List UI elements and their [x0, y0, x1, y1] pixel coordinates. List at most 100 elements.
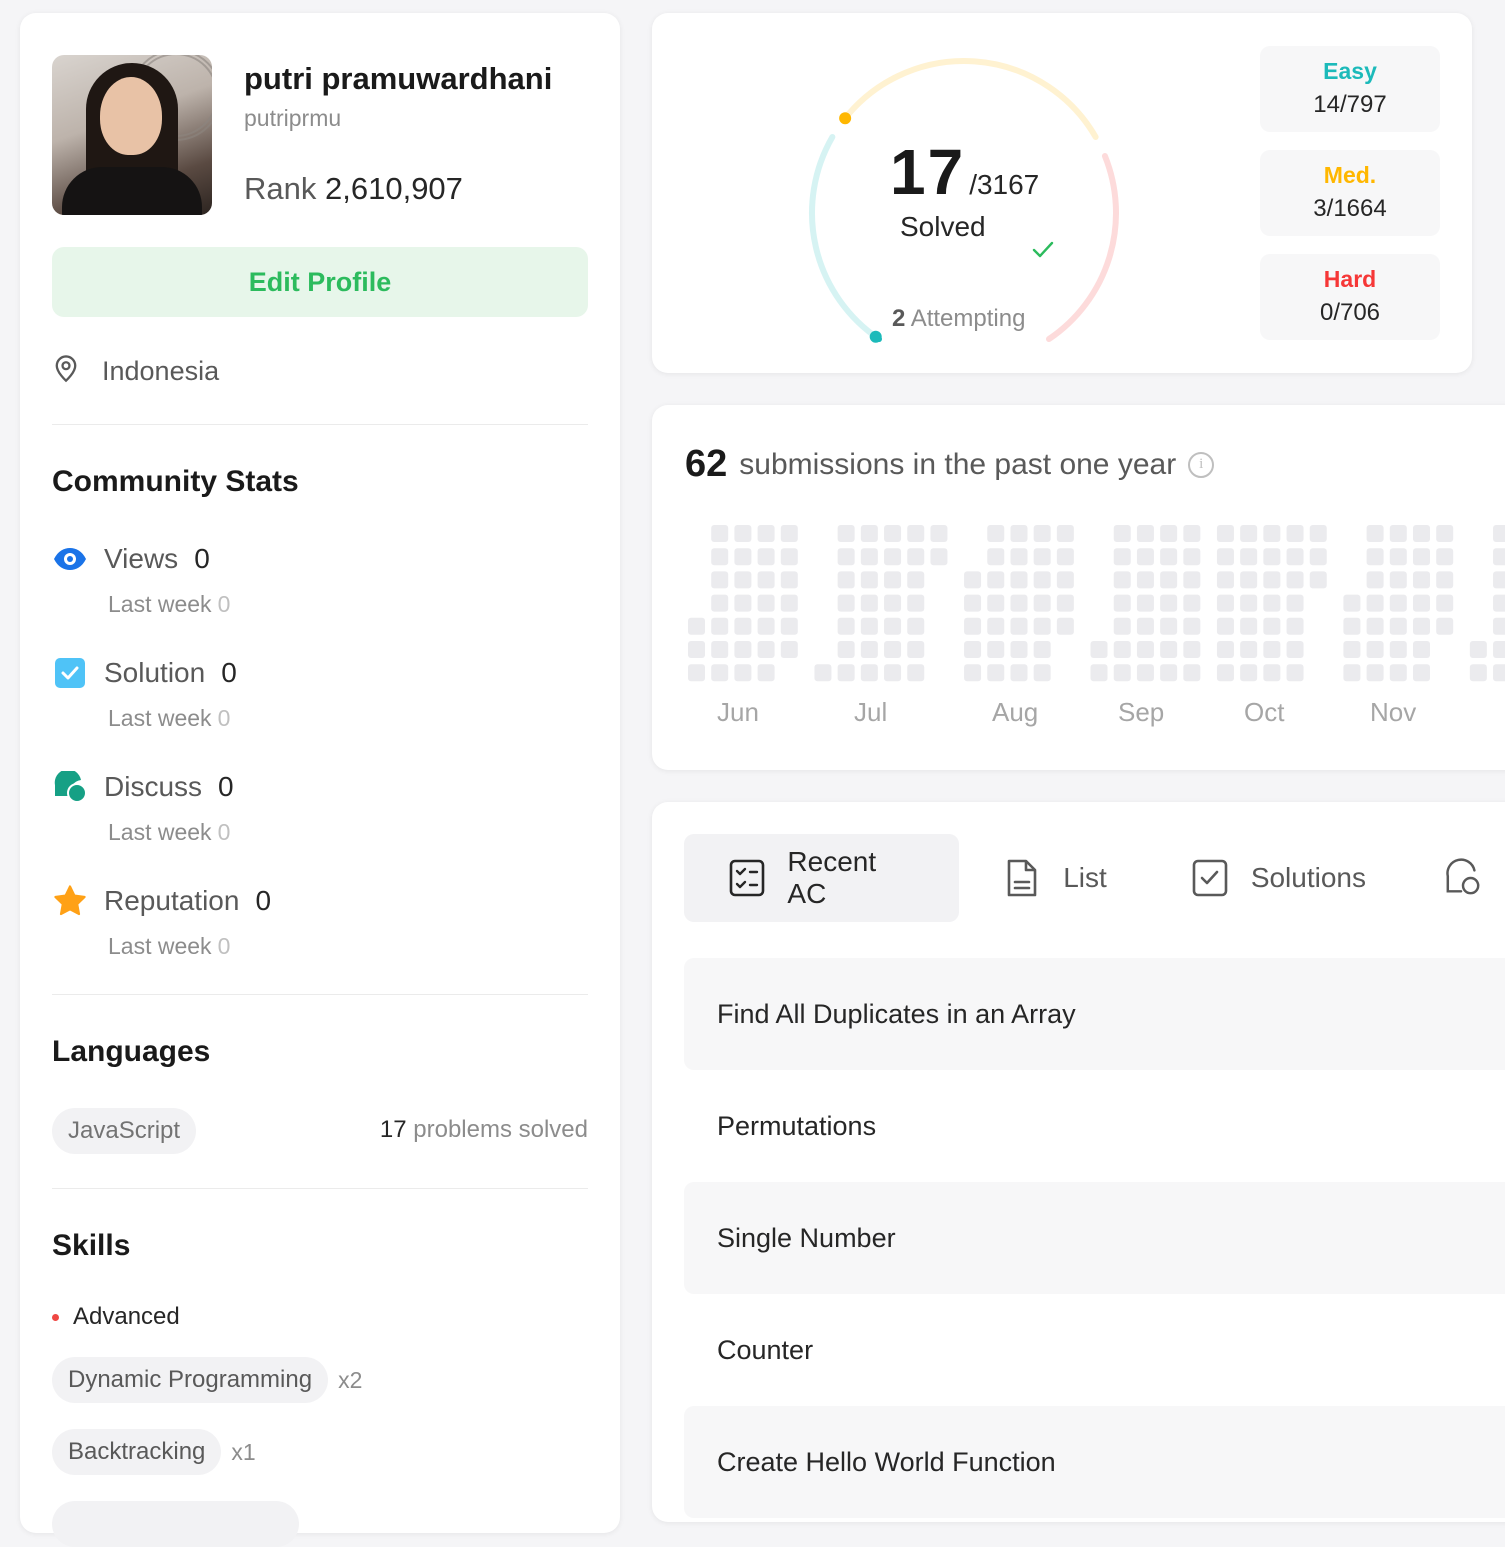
heatmap-day[interactable] [1413, 571, 1430, 589]
heatmap-day[interactable] [711, 548, 729, 566]
heatmap-day[interactable] [1493, 571, 1505, 589]
heatmap-day[interactable] [1010, 617, 1028, 635]
heatmap-day[interactable] [1493, 617, 1505, 635]
heatmap-day[interactable] [1493, 525, 1505, 542]
heatmap-day[interactable] [1436, 571, 1454, 589]
heatmap-day[interactable] [1240, 664, 1258, 682]
heatmap-day[interactable] [1286, 641, 1304, 658]
heatmap-day[interactable] [1366, 664, 1384, 682]
heatmap-day[interactable] [1183, 617, 1201, 635]
heatmap-day[interactable] [1413, 548, 1430, 566]
heatmap-day[interactable] [837, 641, 855, 658]
heatmap-day[interactable] [987, 594, 1005, 612]
heatmap-day[interactable] [757, 641, 775, 658]
heatmap-day[interactable] [1493, 548, 1505, 566]
heatmap-day[interactable] [1309, 548, 1327, 566]
heatmap-day[interactable] [1286, 594, 1304, 612]
heatmap-day[interactable] [1286, 617, 1304, 635]
heatmap-day[interactable] [1113, 594, 1131, 612]
heatmap-day[interactable] [1113, 641, 1131, 658]
heatmap-day[interactable] [1183, 594, 1201, 612]
heatmap-day[interactable] [734, 664, 752, 682]
heatmap-day[interactable] [1343, 617, 1361, 635]
heatmap-day[interactable] [1413, 617, 1430, 635]
heatmap-day[interactable] [1136, 525, 1154, 542]
heatmap-day[interactable] [1136, 594, 1154, 612]
edit-profile-button[interactable]: Edit Profile [52, 247, 588, 317]
heatmap-day[interactable] [1183, 571, 1201, 589]
heatmap-day[interactable] [1183, 548, 1201, 566]
heatmap-day[interactable] [1286, 548, 1304, 566]
heatmap-day[interactable] [1309, 525, 1327, 542]
heatmap-day[interactable] [1366, 548, 1384, 566]
heatmap-day[interactable] [1113, 571, 1131, 589]
heatmap-day[interactable] [1240, 548, 1258, 566]
heatmap-day[interactable] [1033, 525, 1051, 542]
heatmap-day[interactable] [1286, 664, 1304, 682]
heatmap-day[interactable] [1366, 594, 1384, 612]
heatmap-day[interactable] [1469, 641, 1487, 658]
heatmap-day[interactable] [711, 571, 729, 589]
heatmap-day[interactable] [1056, 525, 1074, 542]
heatmap-day[interactable] [1033, 548, 1051, 566]
heatmap-day[interactable] [1056, 571, 1074, 589]
heatmap-day[interactable] [1136, 548, 1154, 566]
heatmap-day[interactable] [1033, 571, 1051, 589]
problem-row[interactable]: Single Number [684, 1182, 1505, 1294]
heatmap-day[interactable] [1033, 664, 1051, 682]
heatmap-day[interactable] [1136, 664, 1154, 682]
heatmap-day[interactable] [1263, 571, 1281, 589]
heatmap-day[interactable] [884, 664, 902, 682]
skill-tag[interactable]: Dynamic Programming [52, 1357, 329, 1403]
heatmap-day[interactable] [860, 548, 878, 566]
heatmap-day[interactable] [734, 641, 752, 658]
heatmap-day[interactable] [711, 641, 729, 658]
heatmap-day[interactable] [1113, 548, 1131, 566]
heatmap-day[interactable] [1286, 571, 1304, 589]
heatmap-day[interactable] [987, 548, 1005, 566]
heatmap-day[interactable] [987, 525, 1005, 542]
heatmap-day[interactable] [1389, 594, 1407, 612]
heatmap-day[interactable] [1216, 571, 1234, 589]
heatmap-day[interactable] [1263, 664, 1281, 682]
heatmap-day[interactable] [688, 617, 705, 635]
heatmap-day[interactable] [757, 617, 775, 635]
heatmap-day[interactable] [1389, 641, 1407, 658]
heatmap-day[interactable] [1010, 525, 1028, 542]
heatmap-day[interactable] [837, 525, 855, 542]
heatmap-day[interactable] [1240, 571, 1258, 589]
heatmap-day[interactable] [1183, 664, 1201, 682]
problem-row[interactable]: Find All Duplicates in an Array [684, 958, 1505, 1070]
heatmap-day[interactable] [711, 664, 729, 682]
heatmap-day[interactable] [1160, 594, 1178, 612]
heatmap-day[interactable] [1183, 525, 1201, 542]
heatmap-day[interactable] [1389, 548, 1407, 566]
heatmap-day[interactable] [1240, 617, 1258, 635]
heatmap-day[interactable] [757, 525, 775, 542]
difficulty-easy[interactable]: Easy 14/797 [1260, 46, 1440, 132]
heatmap-day[interactable] [814, 664, 832, 682]
tab-recent-ac[interactable]: Recent AC [684, 834, 960, 922]
heatmap-day[interactable] [860, 525, 878, 542]
heatmap-day[interactable] [1090, 641, 1108, 658]
heatmap-day[interactable] [1090, 664, 1108, 682]
heatmap-day[interactable] [1216, 664, 1234, 682]
heatmap-day[interactable] [1160, 571, 1178, 589]
heatmap-day[interactable] [1436, 525, 1454, 542]
heatmap-day[interactable] [1033, 641, 1051, 658]
heatmap-day[interactable] [1113, 664, 1131, 682]
heatmap-day[interactable] [1240, 641, 1258, 658]
heatmap-day[interactable] [837, 594, 855, 612]
heatmap-day[interactable] [780, 571, 798, 589]
heatmap-day[interactable] [1216, 641, 1234, 658]
heatmap-day[interactable] [930, 548, 948, 566]
heatmap-day[interactable] [1493, 664, 1505, 682]
tab-list[interactable]: List [959, 834, 1147, 922]
heatmap-day[interactable] [837, 548, 855, 566]
heatmap-day[interactable] [757, 664, 775, 682]
heatmap-day[interactable] [884, 617, 902, 635]
heatmap-day[interactable] [907, 571, 925, 589]
skill-tag[interactable]: Backtracking [52, 1429, 222, 1475]
heatmap-day[interactable] [884, 641, 902, 658]
heatmap-day[interactable] [1010, 571, 1028, 589]
